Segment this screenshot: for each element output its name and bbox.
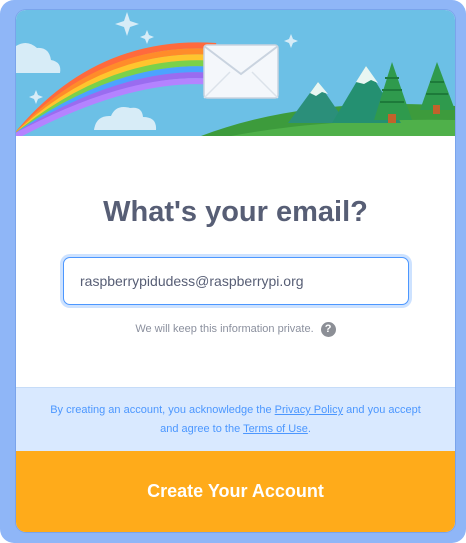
signup-modal: What's your email? We will keep this inf… (16, 10, 455, 532)
privacy-row: We will keep this information private. ? (16, 320, 455, 338)
privacy-policy-link[interactable]: Privacy Policy (275, 404, 343, 416)
legal-suffix: . (307, 423, 311, 435)
header-illustration (16, 10, 455, 136)
help-icon[interactable]: ? (320, 321, 336, 337)
legal-prefix: By creating an account, you acknowledge … (50, 404, 275, 416)
email-field[interactable] (63, 257, 409, 305)
legal-notice: By creating an account, you acknowledge … (16, 387, 455, 451)
envelope-icon (203, 44, 279, 99)
page-title: What's your email? (103, 196, 368, 228)
terms-of-use-link[interactable]: Terms of Use (243, 423, 308, 435)
privacy-note: We will keep this information private. (135, 323, 314, 335)
create-account-button[interactable]: Create Your Account (16, 451, 455, 532)
